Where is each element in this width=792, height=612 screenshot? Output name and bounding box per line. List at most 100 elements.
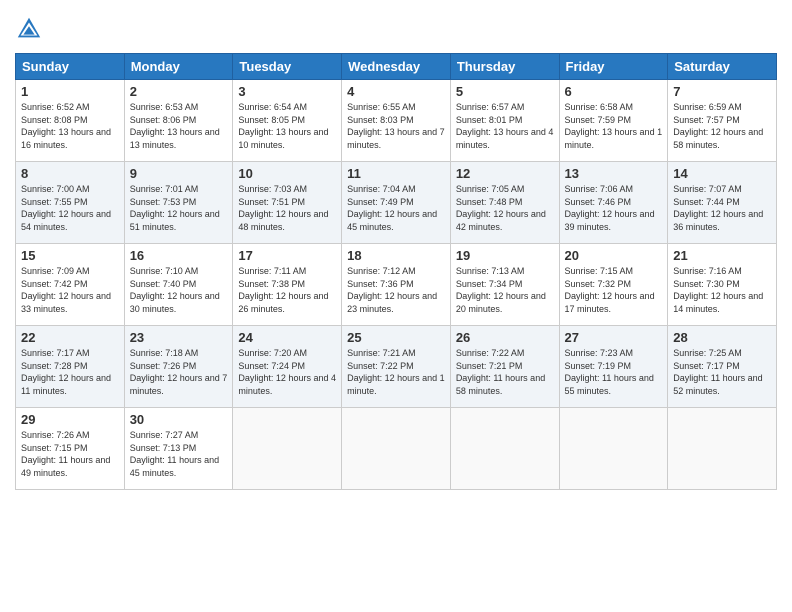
calendar-cell: 4 Sunrise: 6:55 AMSunset: 8:03 PMDaylight… [342,80,451,162]
day-info: Sunrise: 7:23 AMSunset: 7:19 PMDaylight:… [565,347,663,397]
calendar-cell: 11 Sunrise: 7:04 AMSunset: 7:49 PMDayligh… [342,162,451,244]
calendar-header-sunday: Sunday [16,54,125,80]
day-info: Sunrise: 6:59 AMSunset: 7:57 PMDaylight:… [673,101,771,151]
day-number: 26 [456,330,554,345]
calendar-cell [559,408,668,490]
day-info: Sunrise: 7:15 AMSunset: 7:32 PMDaylight:… [565,265,663,315]
day-info: Sunrise: 7:22 AMSunset: 7:21 PMDaylight:… [456,347,554,397]
day-number: 5 [456,84,554,99]
logo [15,15,43,43]
calendar-cell: 10Sunrise: 7:03 AMSunset: 7:51 PMDayligh… [233,162,342,244]
day-number: 3 [238,84,336,99]
calendar-cell: 14Sunrise: 7:07 AMSunset: 7:44 PMDayligh… [668,162,777,244]
day-info: Sunrise: 7:13 AMSunset: 7:34 PMDaylight:… [456,265,554,315]
calendar-cell [668,408,777,490]
calendar-header-row: SundayMondayTuesdayWednesdayThursdayFrid… [16,54,777,80]
calendar-cell [233,408,342,490]
day-info: Sunrise: 7:17 AMSunset: 7:28 PMDaylight:… [21,347,119,397]
day-info: Sunrise: 7:04 AMSunset: 7:49 PMDaylight:… [347,183,445,233]
day-info: Sunrise: 6:57 AMSunset: 8:01 PMDaylight:… [456,101,554,151]
day-info: Sunrise: 7:09 AMSunset: 7:42 PMDaylight:… [21,265,119,315]
calendar-cell: 30 Sunrise: 7:27 AMSunset: 7:13 PMDayligh… [124,408,233,490]
calendar-cell: 18 Sunrise: 7:12 AMSunset: 7:36 PMDayligh… [342,244,451,326]
day-number: 19 [456,248,554,263]
day-info: Sunrise: 7:12 AMSunset: 7:36 PMDaylight:… [347,265,445,315]
day-info: Sunrise: 7:25 AMSunset: 7:17 PMDaylight:… [673,347,771,397]
day-number: 8 [21,166,119,181]
day-info: Sunrise: 7:05 AMSunset: 7:48 PMDaylight:… [456,183,554,233]
day-number: 9 [130,166,228,181]
calendar-cell: 20 Sunrise: 7:15 AMSunset: 7:32 PMDayligh… [559,244,668,326]
day-number: 28 [673,330,771,345]
day-info: Sunrise: 7:18 AMSunset: 7:26 PMDaylight:… [130,347,228,397]
day-number: 30 [130,412,228,427]
day-number: 15 [21,248,119,263]
day-info: Sunrise: 6:54 AMSunset: 8:05 PMDaylight:… [238,101,336,151]
day-info: Sunrise: 7:01 AMSunset: 7:53 PMDaylight:… [130,183,228,233]
calendar-cell: 1 Sunrise: 6:52 AMSunset: 8:08 PMDaylight… [16,80,125,162]
day-number: 23 [130,330,228,345]
day-number: 16 [130,248,228,263]
day-number: 11 [347,166,445,181]
calendar-week-row: 15 Sunrise: 7:09 AMSunset: 7:42 PMDayligh… [16,244,777,326]
calendar-cell: 3 Sunrise: 6:54 AMSunset: 8:05 PMDaylight… [233,80,342,162]
day-number: 27 [565,330,663,345]
calendar-cell: 17Sunrise: 7:11 AMSunset: 7:38 PMDayligh… [233,244,342,326]
calendar-cell: 5 Sunrise: 6:57 AMSunset: 8:01 PMDaylight… [450,80,559,162]
calendar-header-monday: Monday [124,54,233,80]
calendar-cell: 29Sunrise: 7:26 AMSunset: 7:15 PMDayligh… [16,408,125,490]
header [15,15,777,43]
day-number: 20 [565,248,663,263]
day-number: 21 [673,248,771,263]
calendar-cell: 9 Sunrise: 7:01 AMSunset: 7:53 PMDaylight… [124,162,233,244]
calendar-cell: 15 Sunrise: 7:09 AMSunset: 7:42 PMDayligh… [16,244,125,326]
calendar-header-wednesday: Wednesday [342,54,451,80]
calendar-week-row: 8 Sunrise: 7:00 AMSunset: 7:55 PMDaylight… [16,162,777,244]
day-number: 13 [565,166,663,181]
calendar-cell: 27 Sunrise: 7:23 AMSunset: 7:19 PMDayligh… [559,326,668,408]
day-number: 25 [347,330,445,345]
calendar-cell: 26 Sunrise: 7:22 AMSunset: 7:21 PMDayligh… [450,326,559,408]
day-info: Sunrise: 6:52 AMSunset: 8:08 PMDaylight:… [21,101,119,151]
calendar-cell [342,408,451,490]
calendar-cell: 16Sunrise: 7:10 AMSunset: 7:40 PMDayligh… [124,244,233,326]
day-info: Sunrise: 6:55 AMSunset: 8:03 PMDaylight:… [347,101,445,151]
day-info: Sunrise: 7:11 AMSunset: 7:38 PMDaylight:… [238,265,336,315]
day-number: 7 [673,84,771,99]
calendar-header-friday: Friday [559,54,668,80]
calendar-week-row: 22 Sunrise: 7:17 AMSunset: 7:28 PMDayligh… [16,326,777,408]
calendar-cell: 28 Sunrise: 7:25 AMSunset: 7:17 PMDayligh… [668,326,777,408]
day-info: Sunrise: 6:58 AMSunset: 7:59 PMDaylight:… [565,101,663,151]
day-info: Sunrise: 7:27 AMSunset: 7:13 PMDaylight:… [130,429,228,479]
calendar-cell: 12 Sunrise: 7:05 AMSunset: 7:48 PMDayligh… [450,162,559,244]
calendar-header-saturday: Saturday [668,54,777,80]
calendar-week-row: 29Sunrise: 7:26 AMSunset: 7:15 PMDayligh… [16,408,777,490]
calendar-week-row: 1 Sunrise: 6:52 AMSunset: 8:08 PMDaylight… [16,80,777,162]
day-number: 6 [565,84,663,99]
calendar-cell: 25 Sunrise: 7:21 AMSunset: 7:22 PMDayligh… [342,326,451,408]
page: SundayMondayTuesdayWednesdayThursdayFrid… [0,0,792,612]
calendar-cell: 21Sunrise: 7:16 AMSunset: 7:30 PMDayligh… [668,244,777,326]
calendar-cell: 23 Sunrise: 7:18 AMSunset: 7:26 PMDayligh… [124,326,233,408]
logo-icon [15,15,43,43]
calendar-cell: 24Sunrise: 7:20 AMSunset: 7:24 PMDayligh… [233,326,342,408]
calendar-table: SundayMondayTuesdayWednesdayThursdayFrid… [15,53,777,490]
day-number: 18 [347,248,445,263]
day-number: 22 [21,330,119,345]
day-number: 1 [21,84,119,99]
day-number: 4 [347,84,445,99]
day-info: Sunrise: 7:00 AMSunset: 7:55 PMDaylight:… [21,183,119,233]
calendar-cell: 13 Sunrise: 7:06 AMSunset: 7:46 PMDayligh… [559,162,668,244]
calendar-body: 1 Sunrise: 6:52 AMSunset: 8:08 PMDaylight… [16,80,777,490]
day-number: 12 [456,166,554,181]
calendar-header-thursday: Thursday [450,54,559,80]
day-info: Sunrise: 7:20 AMSunset: 7:24 PMDaylight:… [238,347,336,397]
calendar-cell: 6 Sunrise: 6:58 AMSunset: 7:59 PMDaylight… [559,80,668,162]
day-info: Sunrise: 7:07 AMSunset: 7:44 PMDaylight:… [673,183,771,233]
day-info: Sunrise: 7:06 AMSunset: 7:46 PMDaylight:… [565,183,663,233]
calendar-cell: 8 Sunrise: 7:00 AMSunset: 7:55 PMDaylight… [16,162,125,244]
calendar-cell: 22 Sunrise: 7:17 AMSunset: 7:28 PMDayligh… [16,326,125,408]
day-info: Sunrise: 7:21 AMSunset: 7:22 PMDaylight:… [347,347,445,397]
day-info: Sunrise: 6:53 AMSunset: 8:06 PMDaylight:… [130,101,228,151]
day-info: Sunrise: 7:03 AMSunset: 7:51 PMDaylight:… [238,183,336,233]
